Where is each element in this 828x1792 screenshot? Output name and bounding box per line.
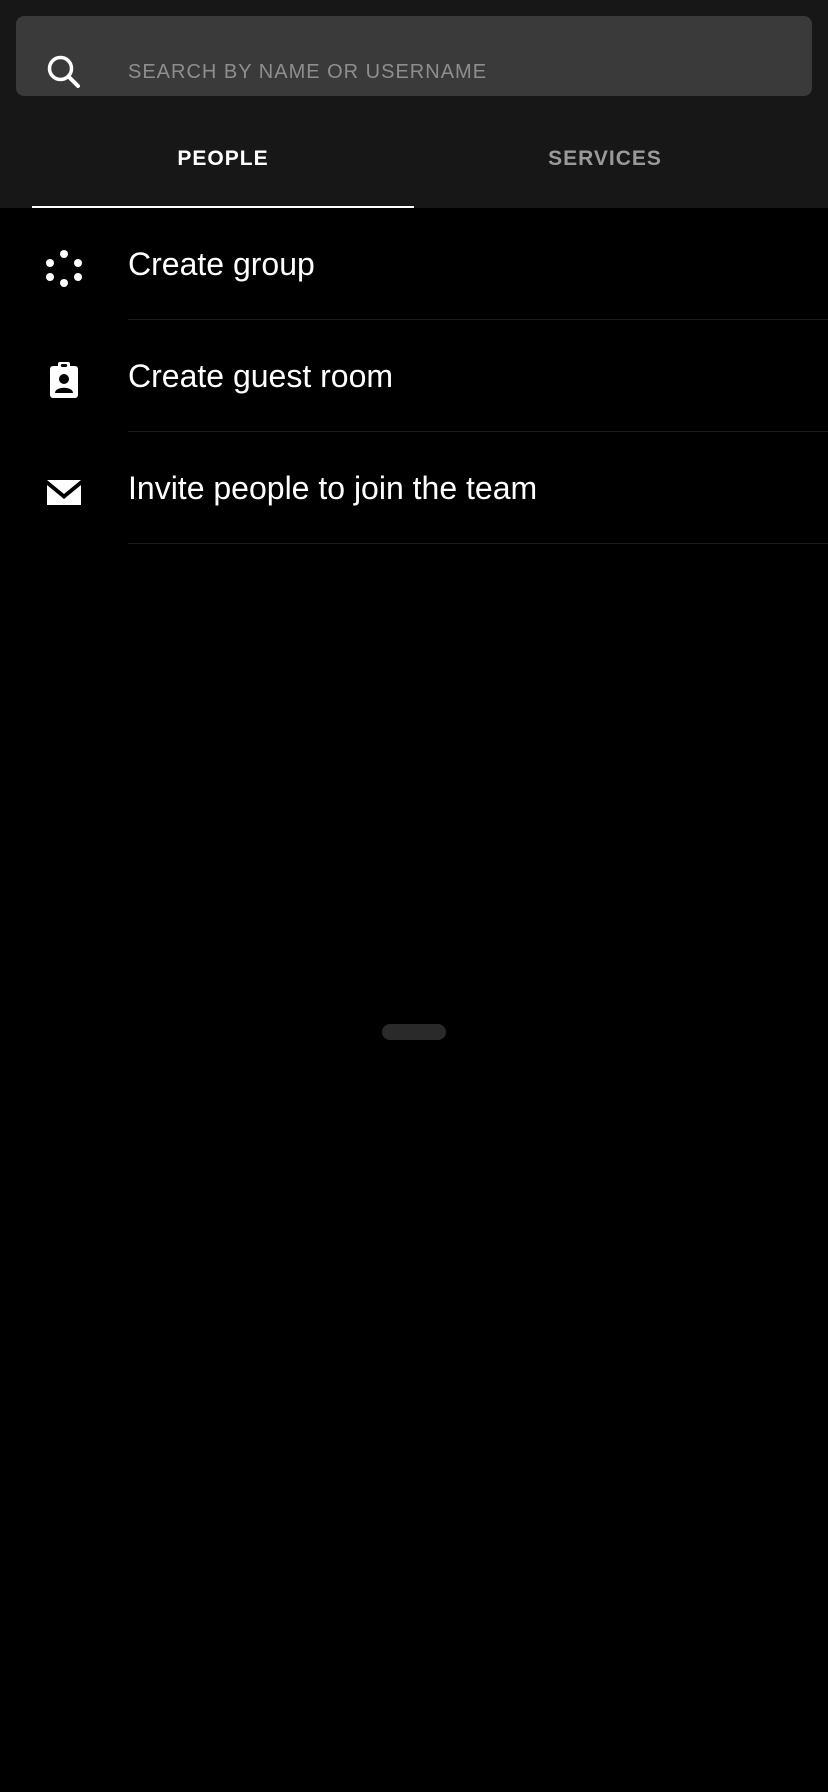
search-bar[interactable] [16, 16, 812, 96]
create-guest-room-label: Create guest room [128, 358, 394, 394]
envelope-icon [44, 472, 84, 512]
tab-people-label: PEOPLE [177, 147, 269, 170]
search-input[interactable] [128, 52, 808, 92]
tab-bar: PEOPLE SERVICES [32, 110, 796, 208]
action-list: Create group Create guest room Invite pe… [0, 208, 828, 544]
header: PEOPLE SERVICES [0, 0, 828, 208]
drag-handle[interactable] [382, 1024, 446, 1040]
search-icon [46, 54, 82, 90]
create-group-item[interactable]: Create group [0, 208, 828, 320]
tab-services[interactable]: SERVICES [414, 110, 796, 208]
divider [128, 543, 828, 544]
tab-services-label: SERVICES [548, 147, 662, 170]
guest-badge-icon [44, 360, 84, 400]
tab-people[interactable]: PEOPLE [32, 110, 414, 208]
invite-people-item[interactable]: Invite people to join the team [0, 432, 828, 544]
invite-people-label: Invite people to join the team [128, 470, 538, 506]
create-guest-room-item[interactable]: Create guest room [0, 320, 828, 432]
group-icon [44, 248, 84, 288]
create-group-label: Create group [128, 246, 315, 282]
